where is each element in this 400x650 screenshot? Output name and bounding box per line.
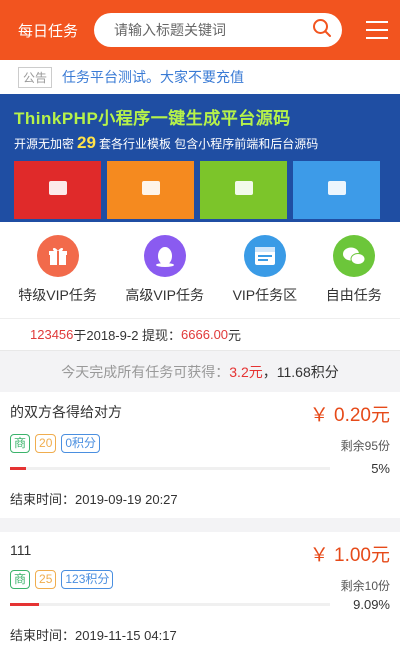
progress-percent: 5%: [371, 460, 390, 476]
banner-tile[interactable]: [200, 161, 287, 219]
summary-points: 11.68积分: [276, 363, 339, 380]
banner-tiles: [14, 161, 386, 219]
banner-tile[interactable]: [107, 161, 194, 219]
template-icon: [234, 181, 253, 195]
summary-sep: ，: [262, 363, 277, 380]
task-end-time: 结束时间：2019-11-15 04:17: [10, 628, 177, 643]
gift-icon: [36, 235, 79, 277]
task-list: 的双方各得给对方 ￥ 0.20元 剩余95份商 20 0积分 5% 结束时间：2019-09…: [0, 392, 400, 650]
category-item[interactable]: 自由任务: [326, 235, 382, 305]
category-label: 自由任务: [325, 287, 382, 303]
wechat-icon: [332, 235, 375, 277]
merchant-badge: 商: [10, 570, 31, 589]
task-separator: [0, 518, 400, 532]
category-item[interactable]: 高级VIP任务: [125, 235, 204, 305]
task-price: ￥ 0.20元: [309, 405, 390, 426]
menu-icon[interactable]: [366, 21, 388, 39]
withdraw-desc: 于2018-9-2 提现：: [73, 328, 182, 343]
daily-summary: 今天完成所有任务可获得： 3.2元 ， 11.68积分: [0, 350, 400, 392]
category-label: 特级VIP任务: [18, 287, 97, 303]
top-header: 每日任务: [0, 0, 400, 60]
search-box[interactable]: [94, 13, 342, 47]
notice-bar: 公告 任务平台测试。大家不要充值: [0, 60, 400, 94]
category-label: VIP任务区: [232, 287, 298, 303]
merchant-badge: 商: [10, 434, 31, 453]
progress-percent: 9.09%: [353, 596, 390, 612]
points-badge: 123积分: [61, 570, 114, 589]
withdraw-user: 123456: [30, 327, 74, 342]
progress-bar: [10, 602, 330, 606]
category-item[interactable]: VIP任务区: [232, 235, 298, 305]
qq-penguin-icon: [143, 235, 186, 277]
progress-bar: [10, 466, 330, 470]
template-icon: [141, 181, 160, 195]
promo-banner[interactable]: ThinkPHP小程序一键生成平台源码 开源无加密 29 套各行业模板 包含小程序前…: [0, 94, 400, 222]
progress-fill: [10, 602, 40, 606]
template-icon: [327, 181, 346, 195]
summary-prefix: 今天完成所有任务可获得：: [61, 363, 230, 380]
banner-tile[interactable]: [293, 161, 380, 219]
notice-tag: 公告: [18, 66, 53, 88]
task-badges: 商 20 0积分: [10, 434, 390, 453]
notice-text[interactable]: 任务平台测试。大家不要充值: [62, 67, 244, 87]
template-icon: [48, 181, 67, 195]
task-remaining: 剩余95份: [340, 439, 390, 453]
progress-fill: [10, 466, 26, 470]
task-progress: 5%: [10, 460, 390, 476]
search-input[interactable]: [114, 22, 312, 38]
summary-money: 3.2元: [229, 363, 263, 380]
count-badge: 25: [35, 570, 57, 589]
category-item[interactable]: 特级VIP任务: [18, 235, 97, 305]
browser-window-icon: [243, 235, 286, 277]
page-title: 每日任务: [18, 22, 79, 40]
task-progress: 9.09%: [10, 596, 390, 612]
search-icon[interactable]: [312, 18, 332, 43]
banner-tile[interactable]: [14, 161, 101, 219]
task-remaining: 剩余10份: [340, 579, 390, 593]
withdraw-unit: 元: [228, 328, 242, 343]
points-badge: 0积分: [61, 434, 101, 453]
category-label: 高级VIP任务: [125, 287, 204, 303]
task-card[interactable]: 的双方各得给对方 ￥ 0.20元 剩余95份商 20 0积分 5% 结束时间：2019-09…: [0, 392, 400, 518]
task-end-time: 结束时间：2019-09-19 20:27: [10, 492, 178, 507]
count-badge: 20: [35, 434, 57, 453]
task-card[interactable]: 111 ￥ 1.00元 剩余10份商 25 123积分 9.09% 结束时间：2019-11…: [0, 532, 400, 650]
banner-title: ThinkPHP小程序一键生成平台源码: [14, 109, 291, 128]
withdraw-amount: 6666.00: [181, 327, 229, 342]
banner-subtitle: 开源无加密 29 套各行业模板 包含小程序前端和后台源码: [14, 133, 319, 152]
task-price: ￥ 1.00元: [309, 545, 390, 566]
category-nav: 特级VIP任务 高级VIP任务 VIP任务区 自由任务: [0, 222, 400, 318]
withdraw-ticker: 123456 于2018-9-2 提现： 6666.00 元: [0, 318, 400, 350]
task-badges: 商 25 123积分: [10, 570, 390, 589]
